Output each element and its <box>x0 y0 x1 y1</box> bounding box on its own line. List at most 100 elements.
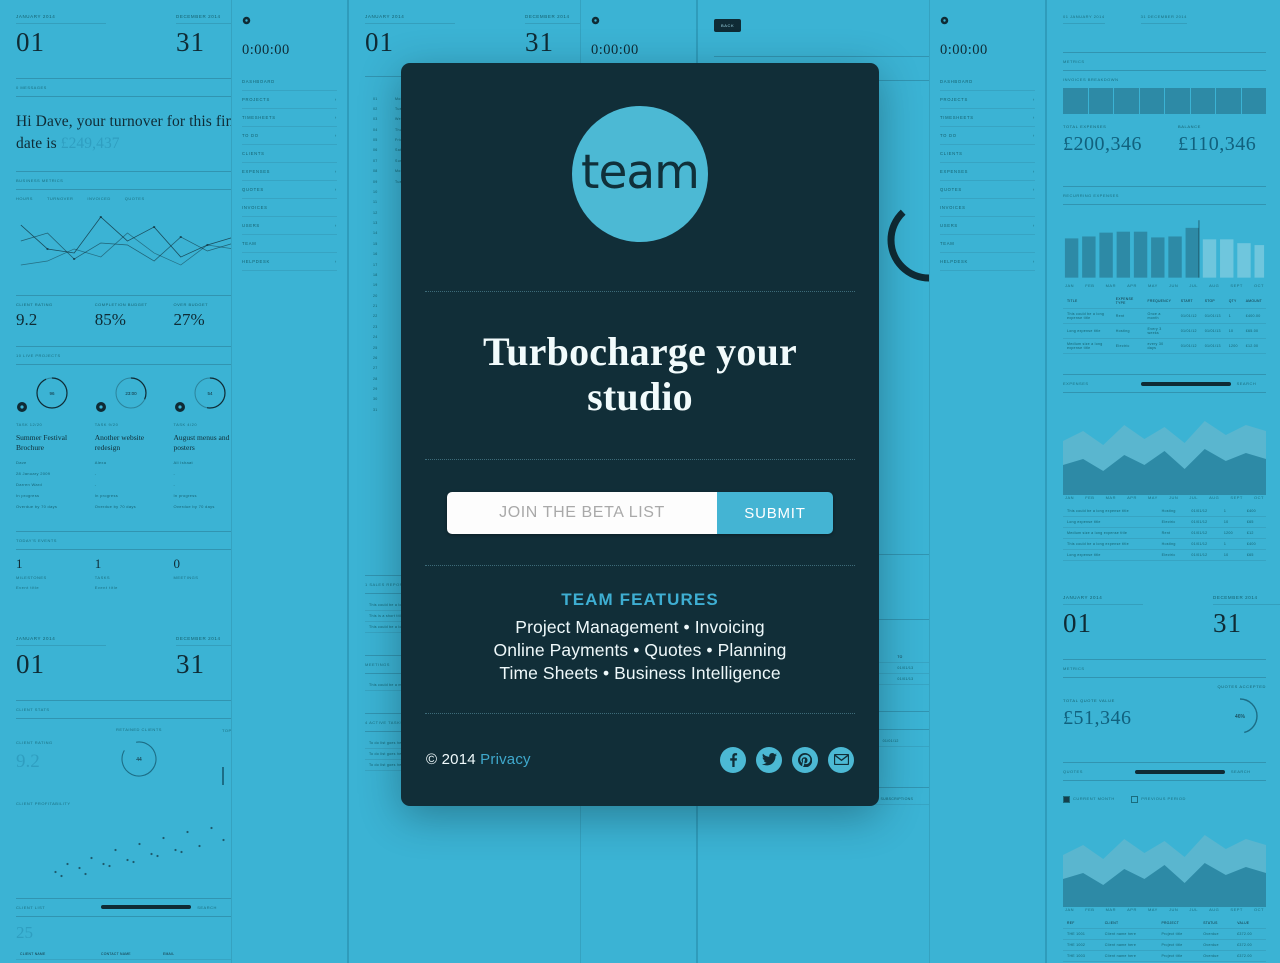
project-task-count: TASK 12/20 <box>16 422 43 428</box>
finance-metrics-label: METRICS <box>1063 59 1085 64</box>
settings-icon <box>95 402 106 413</box>
column-header: REF <box>1063 918 1101 930</box>
filter-label: CURRENT MONTH <box>1073 796 1115 802</box>
search-label[interactable]: SEARCH <box>1231 769 1251 774</box>
quotes-toolbar[interactable]: QUOTES SEARCH <box>1063 769 1266 774</box>
metric-filter-invoiced[interactable]: INVOICED <box>87 196 110 201</box>
sidebar-item-timesheets[interactable]: TIMESHEETS› <box>242 109 337 127</box>
table-row[interactable]: This could be a long expense title Hostin… <box>1063 506 1266 517</box>
event-tasks: 1 TASKS Event title <box>95 556 174 590</box>
sidebar-item-users[interactable]: USERS› <box>242 217 337 235</box>
table-row[interactable]: Long expense title Electric 01/01/12 10 £65 <box>1063 549 1266 561</box>
invoices-breakdown-label: INVOICES BREAKDOWN <box>1063 77 1119 82</box>
event-label: TASKS <box>94 574 111 580</box>
client-list-label: CLIENT LIST <box>16 904 46 910</box>
sidebar-item-expenses[interactable]: EXPENSES› <box>242 163 337 181</box>
team-logo[interactable]: team <box>572 106 708 242</box>
sidebar-item-clients[interactable]: CLIENTS <box>940 145 1035 163</box>
column-header: CLIENT NAME <box>16 948 97 960</box>
table-row[interactable]: This could be a long expense title Hostin… <box>1063 538 1266 550</box>
sidebar-item-clients[interactable]: CLIENTS <box>242 145 337 163</box>
sidebar-item-users[interactable]: USERS› <box>940 217 1035 235</box>
sidebar-item-quotes[interactable]: QUOTES› <box>940 181 1035 199</box>
settings-icon[interactable] <box>242 16 251 25</box>
beta-signup-form[interactable]: SUBMIT <box>447 492 833 535</box>
project-card[interactable]: 23:00 TASK 9/20 Another website redesign… <box>94 373 174 509</box>
email-icon[interactable] <box>828 746 854 773</box>
project-title: Another website redesign <box>94 433 145 453</box>
table-row[interactable]: Medium size a long expense title Electric… <box>1063 338 1266 354</box>
search-label[interactable]: SEARCH <box>197 905 217 910</box>
checkbox-previous-period[interactable] <box>1131 795 1139 803</box>
date-from-value: 01 <box>16 27 45 57</box>
project-status: In progress <box>16 492 40 498</box>
sidebar-item-dashboard[interactable]: DASHBOARD <box>242 73 337 91</box>
settings-icon[interactable] <box>940 16 949 25</box>
submit-button[interactable]: SUBMIT <box>717 492 833 535</box>
date-from-value: 01 <box>16 648 45 679</box>
table-row[interactable]: THE 1001 Client name here Project title Ove… <box>1063 928 1266 941</box>
table-row[interactable]: Long expense title Hosting Every 3 weeks 01… <box>1063 323 1266 339</box>
project-due: Overdue by 70 days <box>16 503 58 509</box>
beta-email-input[interactable] <box>447 492 717 535</box>
sidebar-item-expenses[interactable]: EXPENSES› <box>940 163 1035 181</box>
privacy-link[interactable]: Privacy <box>480 751 531 768</box>
bg-sidebar: 0:00:00 DASHBOARD PROJECTS› TIMESHEETS› … <box>929 0 1045 963</box>
kpi-total-expenses: TOTAL EXPENSES £200,346 <box>1063 124 1142 156</box>
project-card[interactable]: 96 TASK 12/20 Summer Festival Brochure D… <box>16 373 95 509</box>
sidebar-item-invoices[interactable]: INVOICES <box>242 199 337 217</box>
search-label[interactable]: SEARCH <box>1237 381 1257 386</box>
expenses-toolbar[interactable]: EXPENSES SEARCH <box>1063 381 1266 386</box>
sidebar-item-dashboard[interactable]: DASHBOARD <box>940 73 1035 91</box>
signup-form-area: SUBMIT <box>425 460 855 565</box>
table-row[interactable]: THE 1002 Client name here Project title Ove… <box>1063 939 1266 952</box>
event-sub: Event title <box>94 584 118 590</box>
kpi-value: 9.2 <box>16 310 38 330</box>
finance-metrics-label-2: METRICS <box>1063 666 1085 672</box>
sidebar-item-team[interactable]: TEAM <box>940 235 1035 253</box>
back-button[interactable]: BACK <box>714 19 742 32</box>
logo-container: team <box>425 63 855 291</box>
filter-slider[interactable] <box>1140 381 1231 386</box>
features-section: TEAM FEATURES Project Management • Invoi… <box>425 566 855 712</box>
quotes-area-chart <box>1063 835 1266 908</box>
facebook-icon[interactable] <box>720 746 746 773</box>
svg-text:44: 44 <box>136 757 142 763</box>
sidebar-item-invoices[interactable]: INVOICES <box>940 199 1035 217</box>
sidebar-item-helpdesk[interactable]: HELPDESK› <box>940 253 1035 271</box>
sidebar-item-projects[interactable]: PROJECTS› <box>242 91 337 109</box>
feature-line-1: Project Management • Invoicing <box>515 617 765 638</box>
sidebar-nav[interactable]: DASHBOARD PROJECTS› TIMESHEETS› TO DO› C… <box>940 73 1035 271</box>
table-row[interactable]: This could be a long expense title Rent On… <box>1063 308 1266 324</box>
sidebar-item-projects[interactable]: PROJECTS› <box>940 91 1035 109</box>
sidebar-item-todo[interactable]: TO DO› <box>940 127 1035 145</box>
date-from-label: JANUARY 2014 <box>365 14 405 19</box>
table-row[interactable]: Medium size a long expense title Rent 01/0… <box>1063 527 1266 539</box>
filter-label: PREVIOUS PERIOD <box>1141 796 1186 802</box>
filter-slider[interactable] <box>1134 769 1225 774</box>
date-from-value: 01 <box>365 27 394 57</box>
metric-filter-hours[interactable]: HOURS <box>16 196 33 201</box>
filter-slider[interactable] <box>101 905 192 910</box>
metric-filter-turnover[interactable]: TURNOVER <box>47 196 73 201</box>
sidebar-item-timesheets[interactable]: TIMESHEETS› <box>940 109 1035 127</box>
sidebar-item-team[interactable]: TEAM <box>242 235 337 253</box>
metric-filter-quotes[interactable]: QUOTES <box>125 196 145 201</box>
sidebar-item-helpdesk[interactable]: HELPDESK› <box>242 253 337 271</box>
features-title: TEAM FEATURES <box>561 590 719 610</box>
feature-line-2: Online Payments • Quotes • Planning <box>493 640 787 661</box>
column-header: CLIENT <box>1100 918 1158 930</box>
checkbox-current-month[interactable] <box>1063 795 1070 803</box>
twitter-icon[interactable] <box>756 746 782 773</box>
sidebar-item-todo[interactable]: TO DO› <box>242 127 337 145</box>
table-row[interactable]: THE 1003 Client name here Project title Ove… <box>1063 950 1266 963</box>
kpi-value: £200,346 <box>1063 133 1142 155</box>
kpi-balance: BALANCE £110,346 <box>1178 124 1256 156</box>
sidebar-nav[interactable]: DASHBOARD PROJECTS› TIMESHEETS› TO DO› C… <box>242 73 337 271</box>
table-row[interactable]: Long expense title Electric 01/01/12 10 £65 <box>1063 516 1266 528</box>
settings-icon[interactable] <box>591 16 600 25</box>
event-count: 1 <box>16 555 23 571</box>
pinterest-icon[interactable] <box>792 746 818 773</box>
sidebar-item-quotes[interactable]: QUOTES› <box>242 181 337 199</box>
project-task-count: TASK 9/20 <box>94 422 119 428</box>
